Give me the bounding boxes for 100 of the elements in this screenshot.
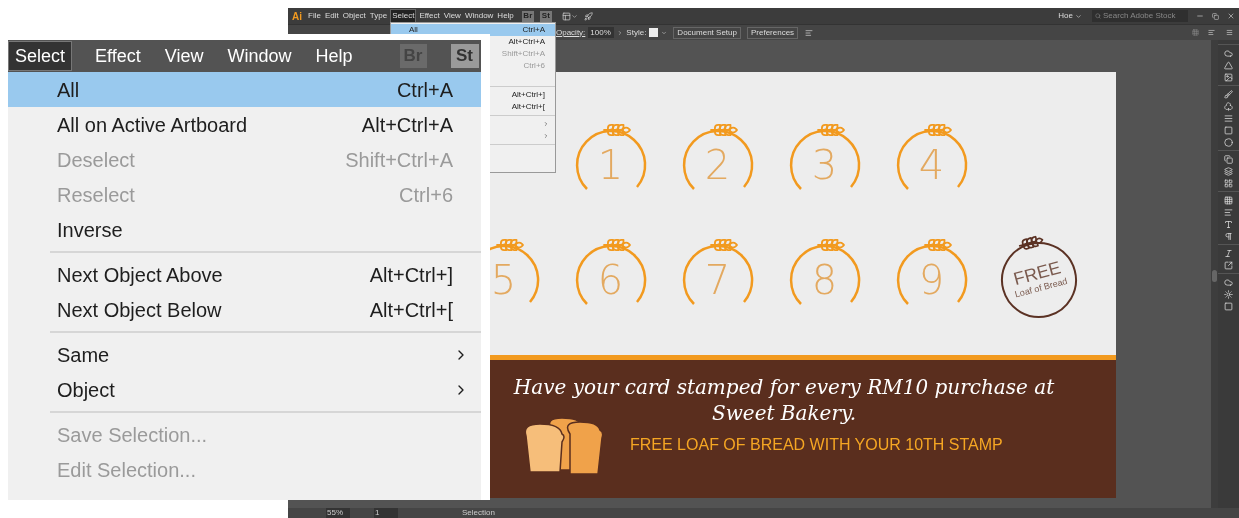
circle-icon[interactable] xyxy=(1224,138,1233,147)
menu-item-label: Deselect xyxy=(57,147,135,173)
menu-item[interactable]: Same xyxy=(8,337,481,372)
type-icon[interactable] xyxy=(1224,220,1233,229)
sun-icon[interactable] xyxy=(1224,290,1233,299)
shortcut-label: Ctrl+6 xyxy=(399,182,453,208)
close-icon[interactable] xyxy=(1227,12,1235,20)
app-launch-button[interactable]: Br xyxy=(521,10,534,22)
italic-icon[interactable] xyxy=(1224,249,1233,258)
chevron-down-icon[interactable] xyxy=(1075,12,1082,20)
search-field[interactable]: Search Adobe Stock xyxy=(1092,10,1188,22)
opacity-label: Opacity: xyxy=(556,26,586,39)
menu-bar-item[interactable]: Window xyxy=(226,42,293,70)
menu-bar-item[interactable]: Effect xyxy=(94,42,142,70)
layers-icon[interactable] xyxy=(1224,167,1233,176)
menu-bar-item[interactable]: Help xyxy=(496,10,515,22)
workspace-switcher[interactable]: Hoe xyxy=(1058,10,1075,22)
square-icon[interactable] xyxy=(1224,302,1233,311)
align-icon[interactable] xyxy=(805,28,814,37)
panel-menu-icon[interactable] xyxy=(1226,29,1233,36)
menu-item-label: All xyxy=(409,24,418,36)
menu-bar-item[interactable]: Edit xyxy=(323,10,340,22)
menu-item-label: Next Object Below xyxy=(57,297,222,323)
menu-bar-item[interactable]: Help xyxy=(314,42,354,70)
stamp-number: 6 xyxy=(597,256,624,305)
artboard-field[interactable]: 1 xyxy=(374,508,398,518)
lines-icon[interactable] xyxy=(1224,114,1233,123)
menu-bar-item[interactable]: View xyxy=(163,42,205,70)
menu-bar-item[interactable]: Select xyxy=(390,9,417,23)
align-icon[interactable] xyxy=(1208,29,1215,36)
style-swatch[interactable] xyxy=(649,28,659,37)
menu-item-label: All xyxy=(57,77,80,103)
menu-item[interactable]: Next Object Above Alt+Ctrl+] xyxy=(8,257,481,292)
app-launch-button[interactable]: St xyxy=(539,10,552,22)
free-offer-text: FREE LOAF OF BREAD WITH YOUR 10TH STAMP xyxy=(630,435,1003,455)
menu-bar-item[interactable]: Effect xyxy=(418,10,441,22)
opacity-field[interactable]: 100% xyxy=(588,27,615,38)
menu-item-label: Save Selection... xyxy=(57,422,208,448)
toolbar-button[interactable]: Preferences xyxy=(746,26,799,39)
menu-item[interactable]: All Ctrl+A xyxy=(391,24,555,36)
menu-item[interactable]: Alt+Ctrl+] xyxy=(491,89,555,101)
triangle-icon[interactable] xyxy=(1224,61,1233,70)
chevron-down-icon[interactable] xyxy=(570,12,578,20)
shortcut-label: Alt+Ctrl+] xyxy=(369,262,453,288)
app-logo: Ai xyxy=(292,9,302,24)
shortcut-label: Alt+Ctrl+A xyxy=(508,36,545,48)
stamp-number: 3 xyxy=(811,141,838,190)
menu-bar-item[interactable]: Select xyxy=(8,41,73,71)
menu-item[interactable]: Next Object Below Alt+Ctrl+[ xyxy=(8,292,481,327)
grid-icon[interactable] xyxy=(1224,179,1233,188)
export-icon[interactable] xyxy=(1224,261,1233,270)
shortcut-label: Alt+Ctrl+[ xyxy=(369,297,453,323)
menu-item[interactable]: Alt+Ctrl+[ xyxy=(491,101,555,113)
stamp-number: 8 xyxy=(811,256,838,305)
menu-bar-item[interactable]: Object xyxy=(341,10,367,22)
chevron-right-icon[interactable] xyxy=(617,29,624,36)
cloud-icon[interactable] xyxy=(1224,278,1233,287)
chevron-down-icon[interactable] xyxy=(661,29,668,36)
brush-icon[interactable] xyxy=(1224,90,1233,99)
menu-item-label: Object xyxy=(57,377,115,403)
menu-item[interactable]: Object xyxy=(8,372,481,407)
menu-bar-item[interactable]: View xyxy=(442,10,462,22)
menu-bar-item[interactable]: Window xyxy=(463,10,495,22)
tool-status: Selection xyxy=(462,508,495,518)
shortcut-label: Ctrl+A xyxy=(522,24,545,36)
toolbar-button[interactable]: Document Setup xyxy=(673,26,741,39)
search-icon xyxy=(1095,13,1101,19)
stamp-number: 5 xyxy=(490,256,517,305)
menu-item[interactable]: All Ctrl+A xyxy=(8,72,481,107)
club-icon[interactable] xyxy=(1224,102,1233,111)
image-icon[interactable] xyxy=(1224,73,1233,82)
rocket-icon[interactable] xyxy=(583,11,593,21)
shortcut-label: Shift+Ctrl+A xyxy=(345,147,453,173)
shortcut-label: Alt+Ctrl+[ xyxy=(511,101,545,113)
menu-item-label: Inverse xyxy=(57,217,123,243)
menu-item[interactable]: All on Active Artboard Alt+Ctrl+A xyxy=(8,107,481,142)
square-icon[interactable] xyxy=(1224,126,1233,135)
cloud-icon[interactable] xyxy=(1224,49,1233,58)
restore-icon[interactable] xyxy=(1212,12,1219,20)
menu-item-label: Next Object Above xyxy=(57,262,223,288)
promo-message: Have your card stamped for every RM10 purchase at Sweet Bakery. xyxy=(512,374,1056,426)
zoom-field[interactable]: 55% xyxy=(326,508,350,518)
menu-bar-item[interactable]: File xyxy=(307,10,322,22)
dotted-grid-icon[interactable] xyxy=(1224,196,1233,205)
layout-icon[interactable] xyxy=(561,11,571,21)
stamp-number: 7 xyxy=(704,256,731,305)
shortcut-label: Alt+Ctrl+A xyxy=(361,112,453,138)
menu-item[interactable]: Inverse xyxy=(8,212,481,247)
menu-item-label: Edit Selection... xyxy=(57,457,196,483)
app-launch-button[interactable]: St xyxy=(450,44,479,68)
align-left-icon[interactable] xyxy=(1224,208,1233,217)
pilcrow-icon[interactable] xyxy=(1224,232,1233,241)
overlap-squares-icon[interactable] xyxy=(1224,155,1233,164)
stamp-number: 2 xyxy=(704,141,731,190)
shortcut-label: Ctrl+6 xyxy=(523,60,545,72)
menu-item[interactable]: Alt+Ctrl+A xyxy=(491,36,555,48)
shortcut-label: Shift+Ctrl+A xyxy=(501,48,545,60)
stamp-number: 4 xyxy=(918,141,945,190)
shortcut-label: Alt+Ctrl+] xyxy=(511,89,545,101)
menu-bar-item[interactable]: Type xyxy=(368,10,389,22)
